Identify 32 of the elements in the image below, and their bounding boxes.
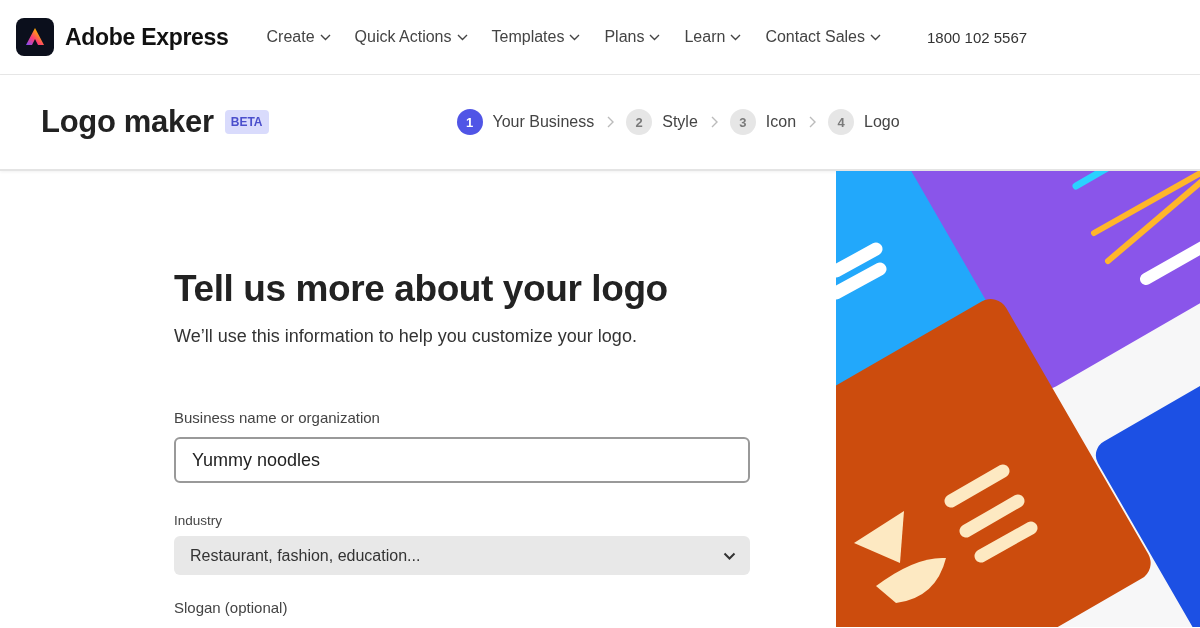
nav-menu-item[interactable]: Quick Actions — [354, 28, 468, 46]
step-tab[interactable]: 2 Style — [626, 109, 698, 135]
step-tab[interactable]: 1 Your Business — [456, 109, 595, 135]
business-name-field[interactable]: Yummy noodles — [174, 437, 750, 483]
chevron-right-icon — [808, 116, 817, 128]
chevron-down-icon — [730, 33, 742, 41]
nav-menu-item[interactable]: Learn — [684, 28, 742, 46]
field-label: Industry — [174, 513, 224, 528]
step-tab[interactable]: 3 Icon — [729, 109, 797, 135]
step-tab[interactable]: 4 Logo — [828, 109, 900, 135]
form-heading: Tell us more about your logo — [174, 268, 669, 310]
chevron-down-icon — [569, 33, 581, 41]
chevron-right-icon — [709, 116, 718, 128]
nav-menu-item[interactable]: Create — [266, 28, 331, 46]
chevron-down-icon — [319, 33, 331, 41]
chevron-right-icon — [606, 116, 615, 128]
phone-number[interactable]: 1800 102 5567 — [927, 28, 1028, 46]
nav-menu-item[interactable]: Templates — [491, 28, 581, 46]
form-subtitle: We’ll use this information to help you customize your logo. — [174, 326, 638, 347]
app-logo[interactable] — [16, 18, 54, 56]
nav-menu-item[interactable]: Contact Sales — [765, 28, 881, 46]
brand-name: Adobe Express — [65, 23, 229, 51]
field-label: Slogan (optional) — [174, 599, 289, 616]
industry-dropdown[interactable]: Restaurant, fashion, education... — [174, 536, 750, 575]
chevron-down-icon — [870, 33, 881, 41]
page-title: Logo maker — [41, 104, 214, 140]
nav-menu-item[interactable]: Plans — [604, 28, 661, 46]
chevron-down-icon — [649, 33, 661, 41]
field-label: Business name or organization — [174, 409, 381, 426]
chevron-down-icon — [723, 551, 736, 560]
beta-badge: BETA — [224, 110, 269, 134]
chevron-down-icon — [456, 33, 468, 41]
